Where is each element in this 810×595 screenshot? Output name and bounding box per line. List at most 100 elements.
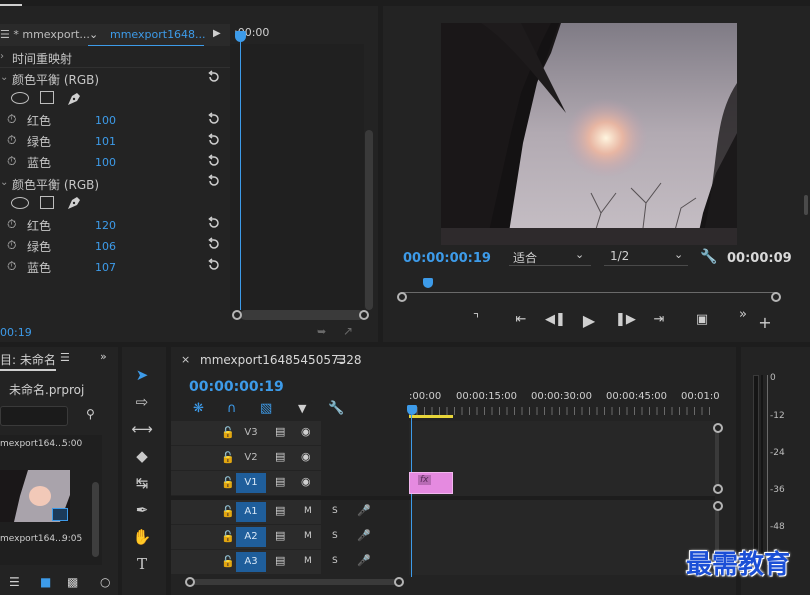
rectangle-mask-icon[interactable] <box>40 196 54 209</box>
timeline-playhead-head[interactable] <box>407 405 417 415</box>
fit-dropdown[interactable]: 适合 ⌄ <box>509 248 591 266</box>
add-button-icon[interactable]: + <box>755 313 775 332</box>
video-tracks-scrollbar[interactable] <box>715 427 719 489</box>
mute-button[interactable]: M <box>304 556 312 566</box>
sync-lock-icon[interactable]: ▤ <box>275 450 285 463</box>
pm-timecode[interactable]: 00:00:00:19 <box>403 251 491 266</box>
fx1-expand-icon[interactable]: ⌄ <box>0 72 8 83</box>
ec-zoom-handle-left[interactable] <box>232 310 242 320</box>
more-controls-icon[interactable]: » <box>733 307 753 322</box>
video-scroll-handle-bottom[interactable] <box>713 484 723 494</box>
mute-button[interactable]: M <box>304 531 312 541</box>
freeform-view-icon[interactable]: ▩ <box>67 575 78 589</box>
play-icon[interactable]: ▶ <box>579 311 599 330</box>
play-only-triangle-icon[interactable]: ▶ <box>213 28 221 39</box>
fx1-param-value[interactable]: 100 <box>95 114 116 127</box>
ec-zoom-handle-right[interactable] <box>359 310 369 320</box>
track-select-tool-icon[interactable]: ⇨ <box>130 391 154 413</box>
resolution-dropdown[interactable]: 1/2 ⌄ <box>604 248 688 266</box>
pm-scrub-start-handle[interactable] <box>397 292 407 302</box>
reset-icon[interactable] <box>207 216 221 230</box>
audio-scroll-handle-top[interactable] <box>713 501 723 511</box>
expand-panels-icon[interactable]: » <box>100 350 107 363</box>
pm-right-scrollbar[interactable] <box>804 195 808 215</box>
pen-tool-icon[interactable]: ✒ <box>130 499 154 521</box>
timeline-horizontal-scrollbar[interactable] <box>191 579 401 585</box>
pm-scrub-bar[interactable] <box>403 292 777 293</box>
hand-tool-icon[interactable]: ✋ <box>130 526 154 548</box>
lock-icon[interactable]: 🔓 <box>221 476 235 489</box>
timeline-scroll-handle-right[interactable] <box>394 577 404 587</box>
fx2-expand-icon[interactable]: ⌄ <box>0 177 8 188</box>
media-thumbnail[interactable] <box>0 470 70 522</box>
lock-icon[interactable]: 🔓 <box>221 451 235 464</box>
ec-vertical-scrollbar[interactable] <box>365 130 373 310</box>
pm-scrub-end-handle[interactable] <box>771 292 781 302</box>
panel-menu-icon[interactable]: ☰ <box>60 351 70 364</box>
list-view-icon[interactable]: ☰ <box>9 575 20 589</box>
sync-lock-icon[interactable]: ▤ <box>275 529 285 542</box>
mute-button[interactable]: M <box>304 506 312 516</box>
step-forward-icon[interactable]: ❚▶ <box>615 312 636 327</box>
track-label-a1[interactable]: A1 <box>236 502 266 522</box>
ec-playhead-line[interactable] <box>240 40 241 310</box>
stopwatch-icon[interactable]: ⏱ <box>7 112 16 127</box>
close-icon[interactable]: × <box>181 353 190 366</box>
eye-icon[interactable]: ◉ <box>301 475 311 488</box>
eye-icon[interactable]: ◉ <box>301 450 311 463</box>
expand-chevron-icon[interactable]: › <box>0 51 4 62</box>
video-clip[interactable]: fx <box>409 472 453 494</box>
fx1-name[interactable]: 颜色平衡 (RGB) <box>12 71 99 88</box>
microphone-icon[interactable]: 🎤 <box>357 554 371 567</box>
track-label-v2[interactable]: V2 <box>236 448 266 468</box>
video-scroll-handle-top[interactable] <box>713 423 723 433</box>
project-scrollbar[interactable] <box>92 482 99 557</box>
step-back-icon[interactable]: ◀❚ <box>545 312 566 327</box>
go-to-out-icon[interactable]: ⇥ <box>649 312 669 327</box>
reset-icon[interactable] <box>207 112 221 126</box>
zoom-slider-handle-icon[interactable]: ○ <box>100 575 110 589</box>
linked-selection-icon[interactable]: ▧ <box>260 401 272 416</box>
lock-icon[interactable]: 🔓 <box>221 426 235 439</box>
nest-icon[interactable]: ❋ <box>193 401 204 416</box>
project-tab-label[interactable]: 目: 未命名 <box>0 351 56 368</box>
pen-mask-icon[interactable] <box>66 91 82 107</box>
panel-menu-icon[interactable]: ☰ <box>336 353 346 366</box>
lock-icon[interactable]: 🔓 <box>221 505 235 518</box>
pen-mask-icon[interactable] <box>66 195 82 211</box>
stopwatch-icon[interactable]: ⏱ <box>7 133 16 148</box>
sync-lock-icon[interactable]: ▤ <box>275 554 285 567</box>
sync-lock-icon[interactable]: ▤ <box>275 475 285 488</box>
ruler-ticks[interactable] <box>409 407 714 415</box>
razor-tool-icon[interactable]: ◆ <box>130 445 154 467</box>
time-remap-label[interactable]: 时间重映射 <box>12 50 72 67</box>
track-label-v1[interactable]: V1 <box>236 473 266 493</box>
fx2-param-value[interactable]: 107 <box>95 261 116 274</box>
media-item-name[interactable]: mexport164... <box>0 534 64 544</box>
track-label-a3[interactable]: A3 <box>236 552 266 572</box>
track-label-a2[interactable]: A2 <box>236 527 266 547</box>
reset-icon[interactable] <box>207 258 221 272</box>
reset-icon[interactable] <box>207 154 221 168</box>
reset-icon[interactable] <box>207 133 221 147</box>
stopwatch-icon[interactable]: ⏱ <box>7 217 16 232</box>
ripple-edit-tool-icon[interactable]: ⟷ <box>130 418 154 440</box>
solo-button[interactable]: S <box>332 556 338 566</box>
ec-zoom-scrollbar[interactable] <box>240 310 364 320</box>
solo-button[interactable]: S <box>332 506 338 516</box>
eye-icon[interactable]: ◉ <box>301 425 311 438</box>
reset-icon[interactable] <box>207 237 221 251</box>
track-label-v3[interactable]: V3 <box>236 423 266 443</box>
media-item-name[interactable]: mexport164... <box>0 439 64 449</box>
type-tool-icon[interactable]: T <box>130 553 154 575</box>
fx1-reset-icon[interactable] <box>207 70 221 84</box>
export-frame-icon[interactable]: ▣ <box>692 312 712 327</box>
timeline-playhead-line[interactable] <box>411 415 412 577</box>
ec-share-icon[interactable]: ↗ <box>343 324 353 338</box>
sync-lock-icon[interactable]: ▤ <box>275 504 285 517</box>
ec-current-time[interactable]: 00:19 <box>0 326 32 339</box>
clip-dropdown-chevron-icon[interactable]: ⌄ <box>89 28 98 41</box>
ec-export-icon[interactable]: ➥ <box>317 325 326 338</box>
lock-icon[interactable]: 🔓 <box>221 555 235 568</box>
snap-icon[interactable]: ∩ <box>227 401 237 416</box>
